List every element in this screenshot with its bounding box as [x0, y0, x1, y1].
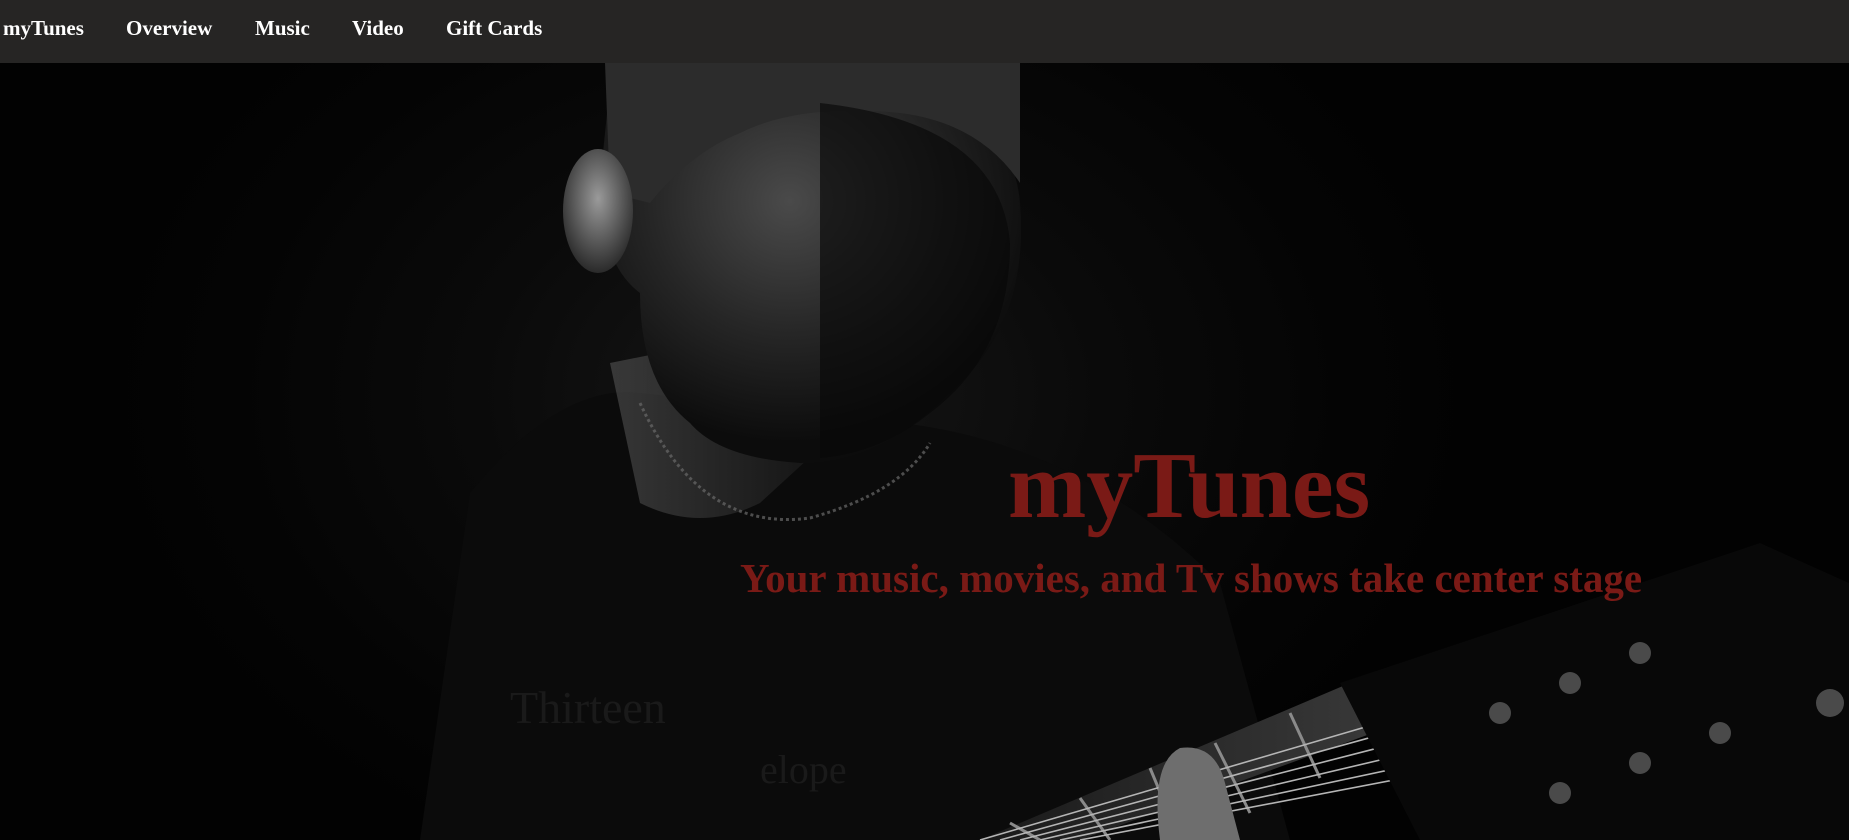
hero-section: Thirteen elope myTunes Your music, movie…: [0, 63, 1849, 840]
nav-item-overview[interactable]: Overview: [126, 15, 212, 41]
shirt-print-2: elope: [760, 747, 847, 792]
nav-item-video[interactable]: Video: [352, 15, 404, 41]
hero-subtitle: Your music, movies, and Tv shows take ce…: [740, 555, 1643, 601]
nav-brand-link[interactable]: myTunes: [3, 15, 84, 41]
ear-shape: [563, 149, 633, 273]
hero-title: myTunes: [1008, 434, 1371, 538]
guitarist-photo: Thirteen elope: [420, 63, 1849, 840]
shirt-print: Thirteen: [510, 682, 666, 733]
top-nav: myTunes Overview Music Video Gift Cards: [0, 0, 1849, 63]
nav-item-music[interactable]: Music: [255, 15, 310, 41]
nav-item-gift-cards[interactable]: Gift Cards: [446, 15, 542, 41]
